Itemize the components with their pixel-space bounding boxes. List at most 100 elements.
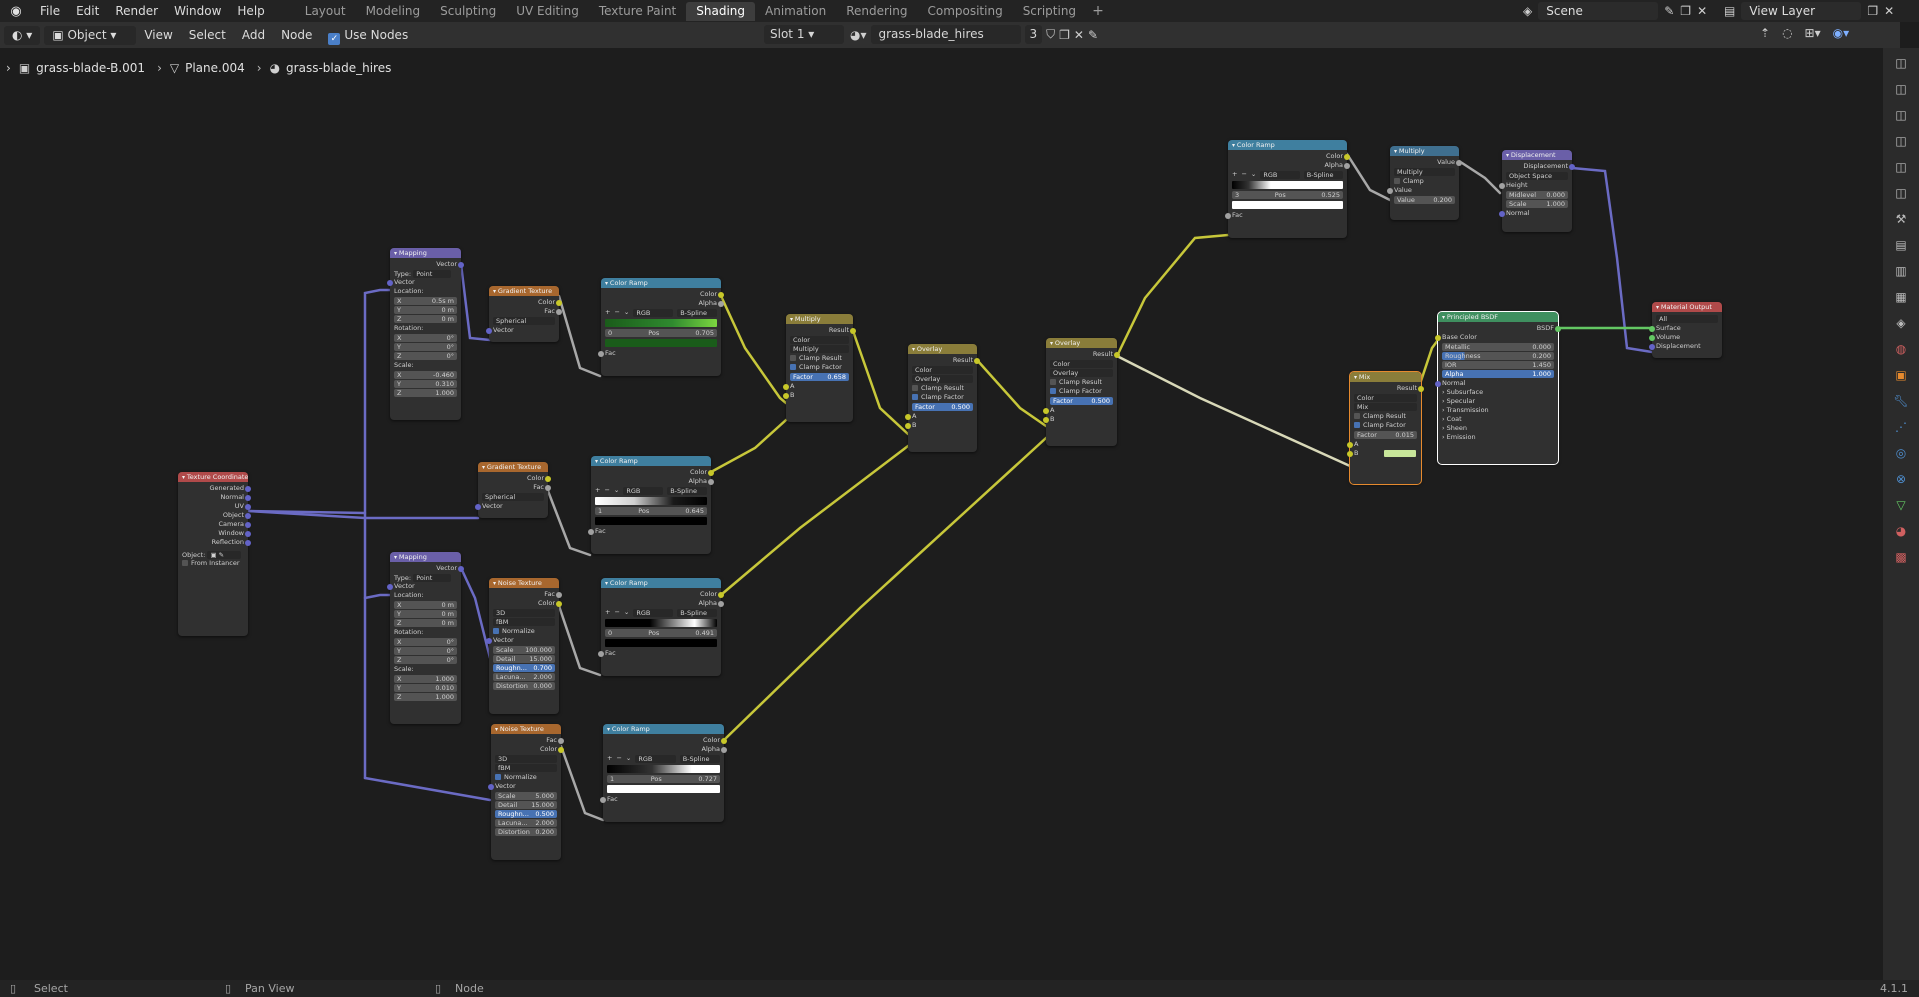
- color-ramp-gradient[interactable]: [607, 765, 720, 773]
- clamp-factor-checkbox[interactable]: [912, 394, 918, 400]
- fake-user-shield-icon[interactable]: ⛉: [1046, 27, 1055, 42]
- panel-coat[interactable]: Coat: [1442, 415, 1554, 424]
- snap-icon[interactable]: ⊞▾: [1805, 26, 1821, 40]
- input-socket[interactable]: [598, 350, 604, 357]
- node-overlay-2[interactable]: Overlay Result Color Overlay Clamp Resul…: [1043, 338, 1120, 446]
- output-socket[interactable]: [558, 737, 564, 744]
- detail-field[interactable]: Detail 15.000: [493, 655, 555, 663]
- input-socket[interactable]: [1347, 441, 1353, 448]
- stop-position-field[interactable]: 0 Pos 0.705: [605, 329, 717, 337]
- location-x-field[interactable]: X 0 m: [394, 601, 457, 609]
- duplicate-icon[interactable]: ❐: [1059, 28, 1070, 42]
- overlay-icon[interactable]: ◌: [1782, 26, 1792, 40]
- interpolation-select[interactable]: B-Spline: [667, 487, 708, 495]
- output-socket[interactable]: [1344, 153, 1350, 160]
- output-socket[interactable]: [245, 485, 251, 492]
- color-ramp-gradient[interactable]: [605, 319, 717, 327]
- output-socket[interactable]: [708, 469, 714, 476]
- node-displacement[interactable]: Displacement Displacement Object Space H…: [1499, 150, 1575, 232]
- stop-color-swatch[interactable]: [595, 517, 707, 525]
- blend-mode-select[interactable]: Overlay: [1050, 369, 1113, 377]
- add-stop-icon[interactable]: +: [607, 754, 612, 763]
- output-socket[interactable]: [718, 600, 724, 607]
- scale-x-field[interactable]: X -0.460: [394, 371, 457, 379]
- noise-type-select[interactable]: fBM: [493, 618, 555, 626]
- add-stop-icon[interactable]: +: [1232, 170, 1237, 179]
- modifier-icon[interactable]: 🔧︎: [1892, 392, 1910, 410]
- stop-color-swatch[interactable]: [605, 639, 717, 647]
- output-socket[interactable]: [718, 291, 724, 298]
- menu-help[interactable]: Help: [229, 0, 272, 22]
- output-socket[interactable]: [1456, 159, 1462, 166]
- stop-color-swatch[interactable]: [607, 785, 720, 793]
- node-mapping-2[interactable]: Mapping Vector Type: Point Vector Locati…: [387, 552, 464, 724]
- output-socket[interactable]: [545, 475, 551, 482]
- output-socket[interactable]: [558, 746, 564, 753]
- tab-scripting[interactable]: Scripting: [1013, 2, 1086, 21]
- view-layer-field[interactable]: View Layer: [1741, 2, 1862, 20]
- node-color-ramp-2[interactable]: Color Ramp Color Alpha +−⌄ RGBB-Spline 1 P…: [588, 456, 714, 554]
- gradient-type-select[interactable]: Spherical: [493, 317, 555, 325]
- stop-position-field[interactable]: 3 Pos 0.525: [1232, 191, 1343, 199]
- input-socket[interactable]: [1347, 450, 1353, 457]
- material-users-count[interactable]: 3: [1024, 25, 1043, 44]
- output-socket[interactable]: [721, 737, 727, 744]
- remove-stop-icon[interactable]: −: [614, 608, 619, 617]
- input-socket[interactable]: [387, 583, 393, 590]
- scale-z-field[interactable]: Z 1.000: [394, 693, 457, 701]
- node-noise-texture-1[interactable]: Noise Texture Fac Color 3D fBM Normalize…: [486, 578, 562, 714]
- color-ramp-gradient[interactable]: [605, 619, 717, 627]
- lacunarity-field[interactable]: Lacuna... 2.000: [493, 673, 555, 681]
- tool-icon[interactable]: ⚒: [1892, 210, 1910, 228]
- input-socket[interactable]: [475, 503, 481, 510]
- output-socket[interactable]: [1569, 163, 1575, 170]
- camera-icon[interactable]: ◫: [1892, 54, 1910, 72]
- data-type-select[interactable]: Color: [1050, 360, 1113, 368]
- add-stop-icon[interactable]: +: [595, 486, 600, 495]
- node-gradient-texture-1[interactable]: Gradient Texture Color Fac Spherical Vec…: [486, 286, 562, 342]
- scale-x-field[interactable]: X 1.000: [394, 675, 457, 683]
- close-icon[interactable]: ✕: [1697, 4, 1707, 18]
- gradient-type-select[interactable]: Spherical: [482, 493, 544, 501]
- clamp-factor-checkbox[interactable]: [1354, 422, 1360, 428]
- node-gradient-texture-2[interactable]: Gradient Texture Color Fac Spherical Vec…: [475, 462, 551, 518]
- value-field[interactable]: Value 0.200: [1394, 196, 1455, 204]
- scene-name-field[interactable]: Scene: [1538, 2, 1659, 20]
- output-socket[interactable]: [1114, 351, 1120, 358]
- input-socket[interactable]: [1043, 407, 1049, 414]
- object-picker[interactable]: ▣ ✎: [207, 551, 242, 559]
- output-socket[interactable]: [556, 591, 562, 598]
- scale-y-field[interactable]: Y 0.010: [394, 684, 457, 692]
- data-icon[interactable]: ▽: [1892, 496, 1910, 514]
- interpolation-select[interactable]: B-Spline: [677, 309, 718, 317]
- remove-stop-icon[interactable]: −: [616, 754, 621, 763]
- node-principled-bsdf[interactable]: Principled BSDF BSDF Base Color Metallic…: [1435, 311, 1561, 465]
- interpolation-select[interactable]: B-Spline: [1303, 171, 1344, 179]
- factor-field[interactable]: Factor 0.015: [1354, 431, 1417, 439]
- color-mode-select[interactable]: RGB: [635, 755, 676, 763]
- input-socket[interactable]: [387, 279, 393, 286]
- data-type-select[interactable]: Color: [790, 336, 849, 344]
- input-socket[interactable]: [1499, 182, 1505, 189]
- clamp-result-checkbox[interactable]: [790, 355, 796, 361]
- node-math-multiply[interactable]: Multiply Value Multiply Clamp Value Valu…: [1387, 146, 1462, 220]
- metallic-field[interactable]: Metallic 0.000: [1442, 343, 1554, 351]
- remove-stop-icon[interactable]: −: [1241, 170, 1246, 179]
- lacunarity-field[interactable]: Lacuna... 2.000: [495, 819, 557, 827]
- operation-select[interactable]: Multiply: [1394, 168, 1455, 176]
- distortion-field[interactable]: Distortion 0.000: [493, 682, 555, 690]
- panel-specular[interactable]: Specular: [1442, 397, 1554, 406]
- stop-position-field[interactable]: 0 Pos 0.491: [605, 629, 717, 637]
- panel-sheen[interactable]: Sheen: [1442, 424, 1554, 433]
- stop-color-swatch[interactable]: [605, 339, 717, 347]
- color-ramp-gradient[interactable]: [1232, 181, 1343, 189]
- remove-stop-icon[interactable]: −: [614, 308, 619, 317]
- output-icon[interactable]: ▥: [1892, 262, 1910, 280]
- input-socket[interactable]: [1225, 212, 1231, 219]
- node-multiply-mix[interactable]: Multiply Result Color Multiply Clamp Res…: [783, 314, 856, 422]
- input-socket[interactable]: [1499, 210, 1505, 217]
- menu-window[interactable]: Window: [166, 0, 229, 22]
- dimensions-select[interactable]: 3D: [495, 755, 557, 763]
- rotation-y-field[interactable]: Y 0°: [394, 343, 457, 351]
- tab-compositing[interactable]: Compositing: [917, 2, 1012, 21]
